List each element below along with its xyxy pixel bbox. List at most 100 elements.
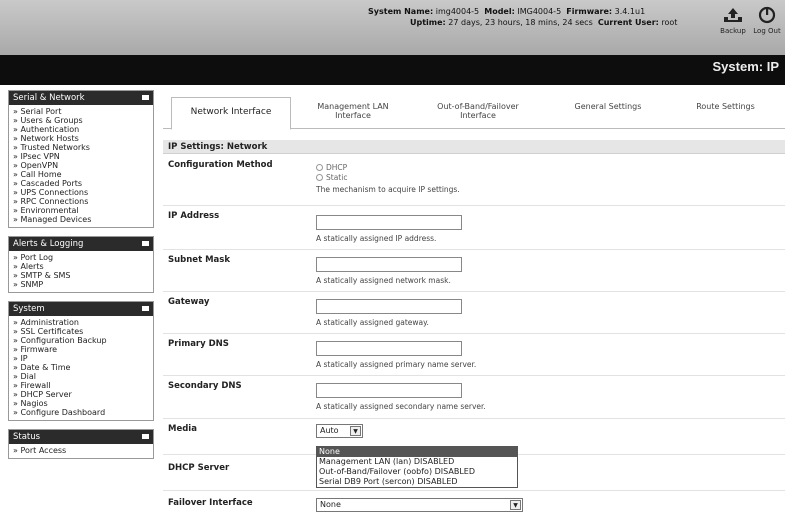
logout-label: Log Out [753,27,781,35]
failover-selected-value: None [320,500,341,509]
gateway-label: Gateway [168,297,210,307]
dhcp-radio[interactable]: DHCP [316,163,460,173]
sidebar-section-header[interactable]: System [9,302,153,316]
sidebar-section-title: Status [13,432,41,442]
dropdown-option[interactable]: None [317,447,517,457]
sidebar-list: Port Access [9,444,153,458]
section-title: IP Settings: Network [163,140,785,154]
chevron-down-icon: ▼ [350,426,361,436]
dropdown-option[interactable]: Serial DB9 Port (sercon) DISABLED [317,477,517,487]
sidebar-section-header[interactable]: Alerts & Logging [9,237,153,251]
secondary-dns-input[interactable] [316,383,462,398]
ip-address-row: IP Address A statically assigned IP addr… [163,206,785,250]
sidebar-item[interactable]: Configuration Backup [13,336,149,345]
sidebar: Serial & Network Serial PortUsers & Group… [8,90,154,467]
sidebar-section: Serial & Network Serial PortUsers & Group… [8,90,154,228]
sidebar-section-header[interactable]: Serial & Network [9,91,153,105]
sidebar-item[interactable]: Alerts [13,262,149,271]
subnet-mask-input[interactable] [316,257,462,272]
tab-network-interface[interactable]: Network Interface [171,97,291,130]
sidebar-item[interactable]: Environmental [13,206,149,215]
config-method-label: Configuration Method [168,160,273,170]
sidebar-item[interactable]: IP [13,354,149,363]
static-radio[interactable]: Static [316,173,460,183]
tab-general-settings[interactable]: General Settings [558,97,658,129]
primary-dns-label: Primary DNS [168,339,229,349]
primary-dns-input[interactable] [316,341,462,356]
ip-settings-form: IP Settings: Network Configuration Metho… [163,140,785,512]
failover-interface-row: Failover Interface None ▼ [163,491,785,514]
subnet-mask-row: Subnet Mask A statically assigned networ… [163,250,785,292]
primary-dns-row: Primary DNS A statically assigned primar… [163,334,785,376]
sidebar-list: AdministrationSSL CertificatesConfigurat… [9,316,153,420]
tab-management-lan[interactable]: Management LAN Interface [298,97,408,129]
dropdown-option[interactable]: Out-of-Band/Failover (oobfo) DISABLED [317,467,517,477]
ip-address-input[interactable] [316,215,462,230]
sidebar-item[interactable]: Users & Groups [13,116,149,125]
sidebar-item[interactable]: Serial Port [13,107,149,116]
sidebar-item[interactable]: SMTP & SMS [13,271,149,280]
sidebar-item[interactable]: Nagios [13,399,149,408]
collapse-icon[interactable] [142,95,149,100]
radio-icon [316,164,323,171]
media-select[interactable]: Auto ▼ [316,424,363,438]
ip-address-hint: A statically assigned IP address. [316,234,437,243]
sidebar-item[interactable]: Call Home [13,170,149,179]
sidebar-item[interactable]: Network Hosts [13,134,149,143]
sidebar-section: Status Port Access [8,429,154,459]
system-name-label: System Name: [368,7,434,16]
backup-label: Backup [720,27,746,35]
sidebar-item[interactable]: Port Log [13,253,149,262]
collapse-icon[interactable] [142,306,149,311]
sidebar-item[interactable]: DHCP Server [13,390,149,399]
primary-dns-hint: A statically assigned primary name serve… [316,360,477,369]
sidebar-item[interactable]: Trusted Networks [13,143,149,152]
sidebar-section: SystemAdministrationSSL CertificatesConf… [8,301,154,421]
backup-icon [724,8,742,22]
firmware-version: 3.4.1u1 [614,7,646,16]
sidebar-section-header[interactable]: Status [9,430,153,444]
logout-button[interactable]: Log Out [752,6,782,35]
subnet-mask-label: Subnet Mask [168,255,231,265]
collapse-icon[interactable] [142,434,149,439]
secondary-dns-hint: A statically assigned secondary name ser… [316,402,486,411]
dropdown-option[interactable]: Management LAN (lan) DISABLED [317,457,517,467]
backup-button[interactable]: Backup [718,6,748,35]
sidebar-item[interactable]: Configure Dashboard [13,408,149,417]
sidebar-item[interactable]: IPsec VPN [13,152,149,161]
subnet-mask-hint: A statically assigned network mask. [316,276,451,285]
sidebar-item[interactable]: SNMP [13,280,149,289]
sidebar-item[interactable]: Firmware [13,345,149,354]
tab-out-of-band[interactable]: Out-of-Band/Failover Interface [418,97,538,129]
sidebar-item[interactable]: RPC Connections [13,197,149,206]
sidebar-item[interactable]: UPS Connections [13,188,149,197]
media-label: Media [168,424,197,434]
page-title: System: IP [712,59,779,74]
sidebar-item[interactable]: Managed Devices [13,215,149,224]
tab-label: Management LAN [317,102,389,111]
collapse-icon[interactable] [142,241,149,246]
sidebar-item[interactable]: SSL Certificates [13,327,149,336]
sidebar-item[interactable]: Date & Time [13,363,149,372]
sidebar-section-title: Serial & Network [13,93,85,103]
sidebar-list: Port LogAlertsSMTP & SMSSNMP [9,251,153,292]
sidebar-item[interactable]: Firewall [13,381,149,390]
chevron-down-icon: ▼ [510,500,521,510]
sidebar-item[interactable]: Administration [13,318,149,327]
sidebar-item[interactable]: Port Access [13,446,149,455]
gateway-input[interactable] [316,299,462,314]
power-icon [758,6,776,24]
tab-route-settings[interactable]: Route Settings [678,97,773,129]
failover-interface-select[interactable]: None ▼ [316,498,523,512]
sidebar-item[interactable]: Cascaded Ports [13,179,149,188]
sidebar-item[interactable]: Dial [13,372,149,381]
tab-label: Route Settings [696,102,755,111]
sidebar-item[interactable]: Authentication [13,125,149,134]
sidebar-section: Alerts & Logging Port LogAlertsSMTP & SMS… [8,236,154,293]
system-info: System Name: img4004-5 Model: IMG4004-5 … [368,6,677,28]
dhcp-option-label: DHCP [326,163,348,172]
tab-label: Interface [460,111,496,120]
tab-label: Out-of-Band/Failover [437,102,519,111]
sidebar-item[interactable]: OpenVPN [13,161,149,170]
sidebar-section-title: System [13,304,45,314]
